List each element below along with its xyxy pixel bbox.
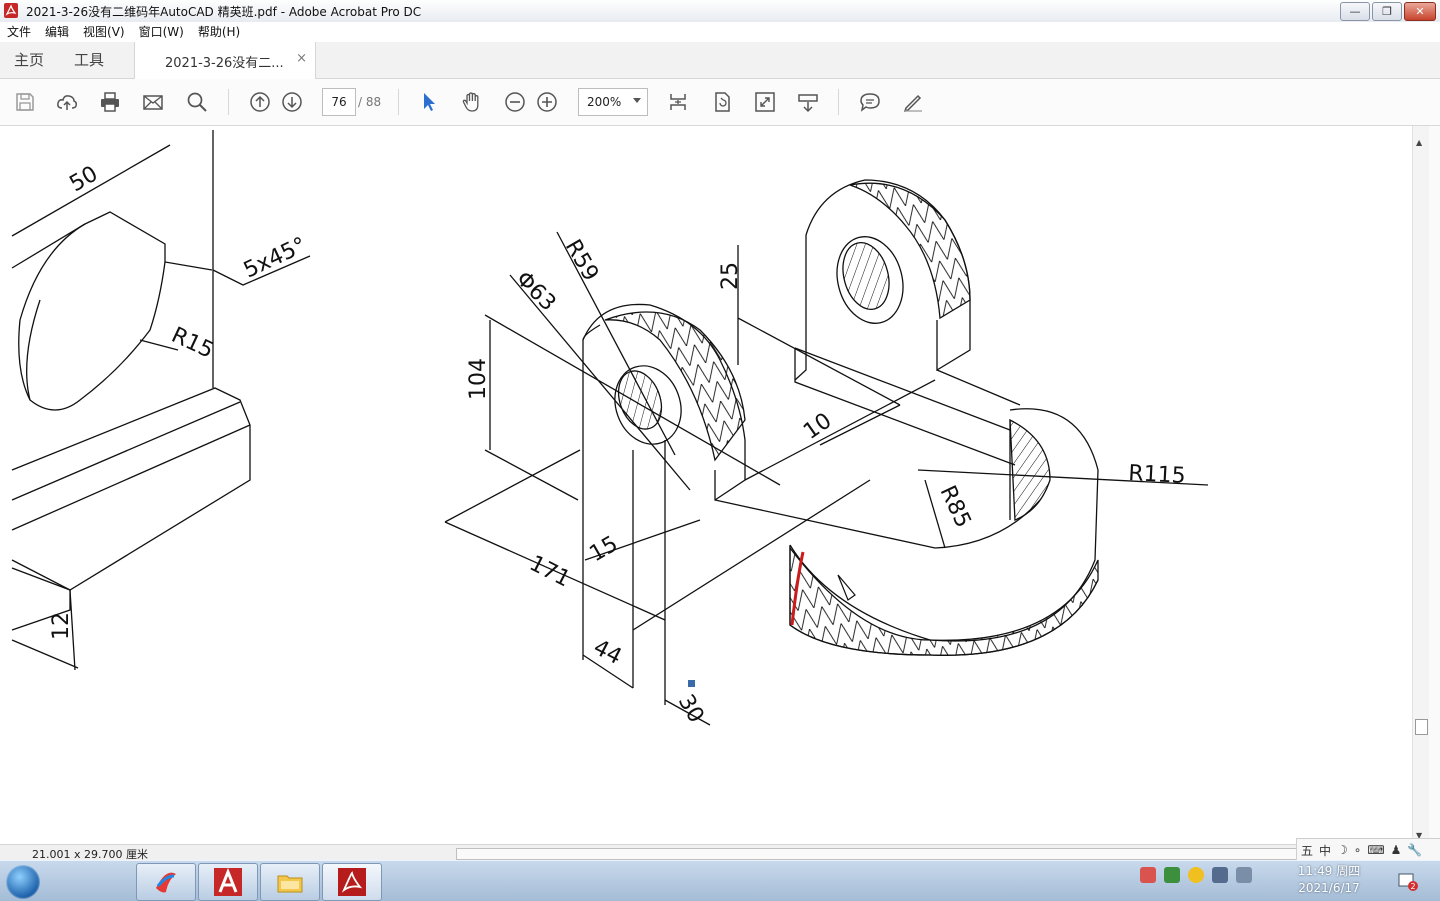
fullscreen-icon[interactable] (754, 91, 776, 113)
toolbar-separator (398, 89, 399, 115)
system-tray (1140, 867, 1252, 883)
ime-keyboard-icon[interactable]: ⌨ (1367, 843, 1384, 857)
dim-44: 44 (589, 635, 625, 670)
tray-security-icon[interactable] (1188, 867, 1204, 883)
toolbar-separator (228, 89, 229, 115)
tray-volume-icon[interactable] (1236, 867, 1252, 883)
dim-r15: R15 (167, 323, 217, 364)
acrobat-icon (338, 868, 366, 896)
search-icon[interactable] (186, 91, 208, 113)
taskbar-sketchup[interactable] (136, 863, 196, 901)
comment-icon[interactable] (859, 91, 881, 113)
minimize-button[interactable]: — (1340, 2, 1370, 21)
dim-104: 104 (466, 358, 491, 400)
page-total: / 88 (358, 95, 382, 109)
menu-window[interactable]: 窗口(W) (132, 22, 191, 42)
notify-count: 2 (1410, 882, 1415, 891)
taskbar-acrobat[interactable] (322, 863, 382, 901)
tray-network-icon[interactable] (1212, 867, 1228, 883)
dim-15: 15 (586, 532, 623, 568)
restore-button[interactable]: ❐ (1372, 2, 1402, 21)
read-mode-icon[interactable] (797, 91, 819, 113)
zoom-out-icon[interactable] (504, 91, 526, 113)
close-tab-button[interactable]: × (296, 51, 307, 66)
taskbar-autocad[interactable] (198, 863, 258, 901)
ime-settings-icon[interactable]: 🔧 (1407, 843, 1422, 857)
autocad-icon (214, 868, 242, 896)
document-view[interactable]: 50 5x45° R15 12 R59 Φ63 104 25 10 R115 R… (0, 126, 1412, 844)
page-number-input[interactable]: 76 (322, 88, 356, 116)
vertical-scrollbar[interactable]: ▲ ▼ (1412, 126, 1429, 844)
dim-r85: R85 (935, 482, 976, 532)
right-panel-edge[interactable] (1429, 126, 1440, 844)
clock-date: 2021/6/17 (1298, 881, 1360, 895)
select-cursor-icon[interactable] (418, 91, 440, 113)
save-icon[interactable] (14, 91, 36, 113)
zoom-select[interactable]: 200% (578, 88, 648, 116)
sketchup-icon (156, 872, 176, 893)
scroll-thumb[interactable] (1415, 719, 1428, 735)
ime-mode[interactable]: 五 (1301, 842, 1313, 859)
toolbar-separator (838, 89, 839, 115)
menu-bar: 文件 编辑 视图(V) 窗口(W) 帮助(H) (0, 22, 1440, 43)
ime-toolbar: 五 中 ☽ ∘ ⌨ ♟ 🔧 (1296, 838, 1440, 862)
page-up-icon[interactable] (249, 91, 271, 113)
ime-user-icon[interactable]: ♟ (1391, 843, 1402, 857)
isometric-drawing: 50 5x45° R15 12 R59 Φ63 104 25 10 R115 R… (11, 130, 1209, 727)
horizontal-scrollbar[interactable] (456, 848, 1298, 860)
dim-r115: R115 (1128, 461, 1187, 489)
status-bar: 21.001 x 29.700 厘米 (0, 844, 1440, 861)
taskbar: 11:49 周四 2021/6/17 2 (0, 860, 1440, 901)
page-down-icon[interactable] (281, 91, 303, 113)
clock[interactable]: 11:49 周四 2021/6/17 (1294, 863, 1364, 897)
document-tab-title: 2021-3-26没有二... (165, 56, 284, 71)
tab-tools[interactable]: 工具 (74, 42, 104, 78)
ime-lang[interactable]: 中 (1319, 842, 1331, 859)
tab-document[interactable]: 2021-3-26没有二... × (134, 42, 316, 79)
tab-bar: 主页 工具 2021-3-26没有二... × 登录 (0, 42, 1440, 112)
title-bar: 2021-3-26没有二维码年AutoCAD 精英班.pdf - Adobe A… (0, 0, 1440, 23)
dim-phi63: Φ63 (511, 267, 561, 317)
ime-punct-icon[interactable]: ∘ (1354, 843, 1362, 857)
start-button[interactable] (6, 865, 40, 899)
chevron-down-icon (633, 98, 641, 103)
close-window-button[interactable]: ✕ (1404, 2, 1436, 21)
fit-width-icon[interactable] (667, 91, 689, 113)
acrobat-app-icon (4, 3, 18, 18)
menu-view[interactable]: 视图(V) (76, 22, 132, 42)
cloud-upload-icon[interactable] (56, 91, 78, 113)
dim-25: 25 (718, 262, 743, 290)
menu-file[interactable]: 文件 (0, 22, 38, 42)
dim-12: 12 (49, 612, 74, 640)
sign-icon[interactable] (902, 91, 924, 113)
dim-50: 50 (66, 162, 103, 198)
tab-home[interactable]: 主页 (14, 42, 44, 78)
tray-app-icon[interactable] (1164, 867, 1180, 883)
email-icon[interactable] (142, 91, 164, 113)
rotate-icon[interactable] (711, 91, 733, 113)
clock-time: 11:49 周四 (1297, 864, 1361, 878)
dim-171: 171 (525, 551, 574, 592)
tray-ime-icon[interactable] (1140, 867, 1156, 883)
ime-moon-icon[interactable]: ☽ (1337, 843, 1348, 857)
print-icon[interactable] (99, 91, 121, 113)
explorer-icon (277, 875, 303, 893)
dim-chamfer: 5x45° (240, 233, 310, 284)
taskbar-explorer[interactable] (260, 863, 320, 901)
dim-r59: R59 (560, 236, 603, 286)
zoom-value: 200% (587, 95, 622, 109)
main-toolbar: 76 / 88 200% (0, 79, 1440, 126)
menu-help[interactable]: 帮助(H) (191, 22, 247, 42)
menu-edit[interactable]: 编辑 (38, 22, 76, 42)
action-center-icon[interactable]: 2 (1398, 871, 1418, 891)
scroll-up-icon[interactable]: ▲ (1416, 138, 1422, 147)
hand-icon[interactable] (461, 91, 483, 113)
zoom-in-icon[interactable] (536, 91, 558, 113)
window-title: 2021-3-26没有二维码年AutoCAD 精英班.pdf - Adobe A… (26, 5, 422, 19)
